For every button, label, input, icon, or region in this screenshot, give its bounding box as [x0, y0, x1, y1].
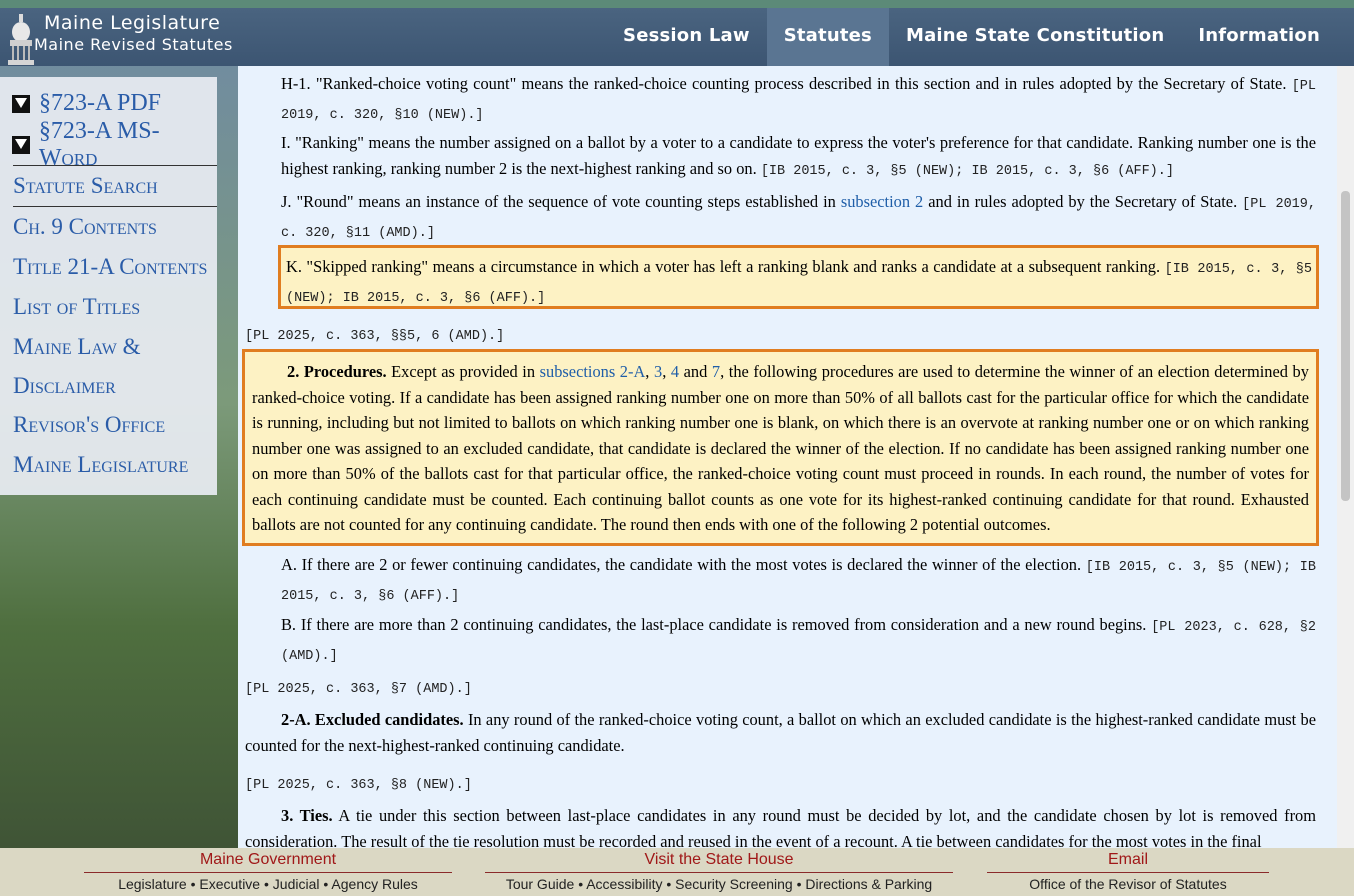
footer-col-visit: Visit the State House Tour Guide • Acces… [485, 848, 953, 895]
history-citation: [IB 2015, c. 3, §5 (NEW); IB 2015, c. 3,… [760, 163, 1174, 179]
download-icon [12, 94, 30, 113]
footer-link-directions-parking[interactable]: Directions & Parking [805, 876, 932, 892]
footer-col-government: Maine Government Legislature • Executive… [84, 848, 452, 895]
definition-text: J. "Round" means an instance of the sequ… [281, 192, 836, 211]
sidebar-link-revisors-office[interactable]: Revisor's Office [0, 405, 217, 445]
scrollbar-thumb[interactable] [1341, 191, 1350, 501]
footer-link-judicial[interactable]: Judicial [273, 876, 320, 892]
site-title: Maine Legislature [44, 12, 221, 34]
history-citation: [PL 2025, c. 363, §8 (NEW).] [245, 778, 472, 793]
nav-session-law[interactable]: Session Law [606, 8, 767, 66]
subsection-text: , the following procedures are used to d… [252, 362, 1309, 534]
subsection-7-link[interactable]: 7 [712, 362, 720, 381]
download-pdf-link[interactable]: §723-A PDF [39, 90, 161, 117]
sidebar-link-disclaimer[interactable]: Disclaimer [0, 366, 217, 405]
footer-col-email: Email Office of the Revisor of Statutes [987, 848, 1269, 895]
site-footer: Maine Government Legislature • Executive… [0, 848, 1354, 896]
footer-sep: • [578, 876, 584, 892]
download-word-link[interactable]: §723-A MS-Word [39, 118, 217, 172]
paragraph-text: B. If there are more than 2 continuing c… [281, 615, 1147, 634]
footer-link-executive[interactable]: Executive [199, 876, 260, 892]
download-word-item[interactable]: §723-A MS-Word [0, 118, 217, 171]
subsection-4-link[interactable]: 4 [671, 362, 679, 381]
footer-links: Tour Guide • Accessibility • Security Sc… [485, 873, 953, 895]
capitol-dome-icon[interactable] [6, 12, 36, 68]
sidebar-link-chapter-contents[interactable]: Ch. 9 Contents [0, 207, 217, 247]
sidebar-link-maine-legislature[interactable]: Maine Legislature [0, 445, 217, 485]
footer-link-accessibility[interactable]: Accessibility [586, 876, 662, 892]
paragraph-b: B. If there are more than 2 continuing c… [281, 612, 1316, 669]
nav-statutes[interactable]: Statutes [766, 8, 889, 66]
sidebar-link-statute-search[interactable]: Statute Search [0, 166, 217, 206]
footer-links: Legislature • Executive • Judicial • Age… [84, 873, 452, 895]
footer-link-legislature[interactable]: Legislature [118, 876, 187, 892]
sidebar: §723-A PDF §723-A MS-Word Statute Search… [0, 77, 217, 495]
subsection-3-link[interactable]: 3 [654, 362, 662, 381]
subsection-heading: 2. Procedures. [287, 362, 387, 381]
definition-text: H-1. "Ranked-choice voting count" means … [281, 74, 1287, 93]
footer-heading[interactable]: Maine Government [84, 848, 452, 873]
footer-sep: • [190, 876, 196, 892]
footer-sep: • [796, 876, 802, 892]
sidebar-link-title-contents[interactable]: Title 21-A Contents [0, 247, 217, 287]
subsection-3-ties: 3. Ties. A tie under this section betwee… [245, 803, 1316, 848]
paragraph-k: K. "Skipped ranking" means a circumstanc… [286, 254, 1312, 311]
footer-link-revisor-office[interactable]: Office of the Revisor of Statutes [987, 873, 1269, 895]
paragraph-a: A. If there are 2 or fewer continuing ca… [281, 552, 1316, 609]
footer-sep: • [263, 876, 269, 892]
site-brand[interactable]: Maine Legislature Maine Revised Statutes [34, 12, 233, 54]
subsection-text: Except as provided in [391, 362, 536, 381]
section-citation: [PL 2025, c. 363, §7 (AMD).] [245, 674, 1316, 703]
subsection-text: A tie under this section between last-pl… [245, 806, 1316, 848]
paragraph-h1: H-1. "Ranked-choice voting count" means … [281, 71, 1316, 128]
subsection-heading: 3. Ties. [281, 806, 333, 825]
definition-text: K. "Skipped ranking" means a circumstanc… [286, 257, 1161, 276]
footer-sep: • [323, 876, 329, 892]
history-citation: [PL 2025, c. 363, §7 (AMD).] [245, 682, 472, 697]
nav-information[interactable]: Information [1181, 8, 1337, 66]
site-header: Maine Legislature Maine Revised Statutes… [0, 0, 1354, 66]
paragraph-j: J. "Round" means an instance of the sequ… [281, 189, 1316, 246]
subsection-heading: 2-A. Excluded candidates. [281, 710, 464, 729]
footer-link-tour-guide[interactable]: Tour Guide [506, 876, 574, 892]
separator-text: and [683, 362, 708, 381]
history-citation: [PL 2025, c. 363, §§5, 6 (AMD).] [245, 329, 505, 344]
footer-link-security-screening[interactable]: Security Screening [675, 876, 793, 892]
footer-heading[interactable]: Visit the State House [485, 848, 953, 873]
separator-text: , [662, 362, 667, 381]
nav-maine-state-constitution[interactable]: Maine State Constitution [889, 8, 1181, 66]
footer-heading[interactable]: Email [987, 848, 1269, 873]
vertical-scrollbar[interactable] [1337, 66, 1354, 848]
subsection-2a-link[interactable]: subsections 2-A [540, 362, 646, 381]
section-citation: [PL 2025, c. 363, §§5, 6 (AMD).] [245, 321, 1316, 350]
site-subtitle: Maine Revised Statutes [34, 35, 233, 54]
subsection-2-link[interactable]: subsection 2 [841, 192, 923, 211]
paragraph-i: I. "Ranking" means the number assigned o… [281, 130, 1316, 184]
definition-text: and in rules adopted by the Secretary of… [928, 192, 1238, 211]
subsection-2a-excluded: 2-A. Excluded candidates. In any round o… [245, 707, 1316, 758]
statute-content: H-1. "Ranked-choice voting count" means … [238, 66, 1337, 848]
subsection-2-procedures: 2. Procedures. Except as provided in sub… [252, 359, 1309, 538]
separator-text: , [645, 362, 650, 381]
section-citation: [PL 2025, c. 363, §8 (NEW).] [245, 770, 1316, 799]
footer-sep: • [666, 876, 672, 892]
paragraph-text: A. If there are 2 or fewer continuing ca… [281, 555, 1082, 574]
sidebar-link-maine-law[interactable]: Maine Law & [0, 327, 217, 366]
sidebar-link-list-of-titles[interactable]: List of Titles [0, 287, 217, 327]
download-icon [12, 135, 30, 154]
main-nav: Session Law Statutes Maine State Constit… [606, 8, 1337, 66]
footer-link-agency-rules[interactable]: Agency Rules [331, 876, 417, 892]
